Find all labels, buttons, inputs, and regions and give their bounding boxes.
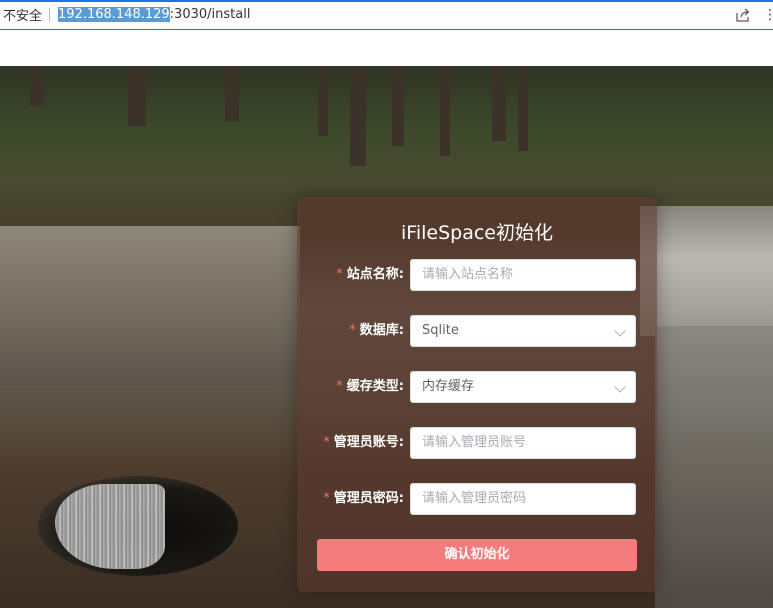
cache-type-selected-value: 内存缓存: [422, 379, 475, 394]
rock-ledge: [0, 226, 300, 386]
tree-trunk: [440, 66, 450, 156]
tree-trunk: [392, 66, 404, 146]
admin-password-label-text: 管理员密码:: [333, 491, 404, 506]
address-divider: [49, 7, 51, 22]
tree-trunk: [350, 66, 366, 166]
security-indicator[interactable]: 不安全: [0, 5, 42, 24]
form-row-database: * 数据库: Sqlite: [297, 315, 657, 347]
confirm-init-button[interactable]: 确认初始化: [317, 539, 637, 571]
page-top-blank: [0, 31, 773, 66]
stream: [640, 206, 773, 336]
address-bar-accent-line: [0, 0, 773, 2]
form-row-admin-password: * 管理员密码:: [297, 483, 657, 515]
cache-type-label: * 缓存类型:: [336, 371, 404, 403]
url-text[interactable]: 192.168.148.129:3030/install: [58, 7, 250, 22]
site-name-input[interactable]: [422, 260, 622, 289]
chevron-down-icon[interactable]: [614, 325, 626, 337]
tree-trunk: [225, 66, 239, 121]
tree-trunk: [30, 66, 44, 106]
address-bar[interactable]: 不安全 192.168.148.129:3030/install ⋮: [0, 0, 773, 30]
admin-account-label-text: 管理员账号:: [333, 435, 404, 450]
site-name-label-text: 站点名称:: [346, 267, 404, 282]
required-marker: *: [349, 323, 356, 338]
admin-account-field[interactable]: [410, 427, 636, 459]
site-name-label: * 站点名称:: [336, 259, 404, 291]
tree-trunk: [518, 66, 528, 151]
required-marker: *: [336, 267, 343, 282]
more-icon[interactable]: ⋮: [763, 6, 773, 24]
form-row-admin-account: * 管理员账号:: [297, 427, 657, 459]
tree-trunk: [492, 66, 506, 141]
admin-password-label: * 管理员密码:: [323, 483, 404, 515]
admin-account-input[interactable]: [422, 428, 622, 457]
form-row-site-name: * 站点名称:: [297, 259, 657, 291]
admin-password-input[interactable]: [422, 484, 622, 513]
admin-password-field[interactable]: [410, 483, 636, 515]
form-row-cache-type: * 缓存类型: 内存缓存: [297, 371, 657, 403]
database-label: * 数据库:: [349, 315, 404, 347]
rock-ledge: [655, 326, 773, 608]
url-host-selected[interactable]: 192.168.148.129: [58, 7, 170, 22]
share-icon[interactable]: [735, 7, 751, 23]
tree-trunk: [128, 66, 146, 126]
chevron-down-icon[interactable]: [614, 381, 626, 393]
page-title: iFileSpace初始化: [401, 222, 553, 244]
database-label-text: 数据库:: [359, 323, 404, 338]
required-marker: *: [336, 379, 343, 394]
cache-type-select[interactable]: 内存缓存: [410, 371, 636, 403]
required-marker: *: [323, 491, 330, 506]
database-select[interactable]: Sqlite: [410, 315, 636, 347]
install-panel: iFileSpace初始化 *站点名称: *数据库: Sqlite *缓存类型:…: [297, 197, 657, 592]
database-selected-value: Sqlite: [422, 323, 459, 338]
tree-trunk: [318, 66, 328, 136]
admin-account-label: * 管理员账号:: [323, 427, 404, 459]
url-path[interactable]: :3030/install: [170, 7, 251, 22]
required-marker: *: [323, 435, 330, 450]
cache-type-label-text: 缓存类型:: [346, 379, 404, 394]
site-name-field[interactable]: [410, 259, 636, 291]
